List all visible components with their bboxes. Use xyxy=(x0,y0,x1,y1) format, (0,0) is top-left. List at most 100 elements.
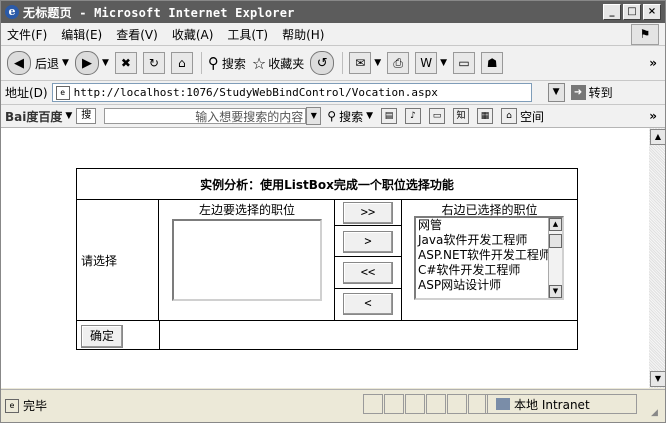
baidu-mode-icon[interactable]: 搜 xyxy=(76,108,97,124)
edit-button[interactable]: W ▼ xyxy=(415,52,447,74)
go-arrow-icon: ➜ xyxy=(570,85,586,100)
history-button[interactable]: ↺ xyxy=(310,51,335,75)
zone-label: 本地 Intranet xyxy=(514,397,590,412)
baidu-logo[interactable]: Bai度百度 xyxy=(5,108,62,125)
baidu-overflow-chevron[interactable]: » xyxy=(649,109,657,123)
search-button[interactable]: ⚲ 搜索 xyxy=(208,54,246,72)
chevron-down-icon: ▼ xyxy=(101,58,109,68)
address-dropdown-button[interactable]: ▼ xyxy=(547,83,565,102)
address-input[interactable]: e http://localhost:1076/StudyWebBindCont… xyxy=(51,83,532,102)
list-item[interactable]: Java软件开发工程师 xyxy=(416,233,548,248)
scroll-down-icon[interactable]: ▼ xyxy=(650,371,666,387)
discuss-button[interactable]: ▭ xyxy=(453,52,476,74)
status-text: 完毕 xyxy=(23,399,48,413)
baidu-search-dropdown[interactable]: ▼ xyxy=(306,107,322,125)
move-right-button[interactable]: > xyxy=(343,231,393,253)
right-list-cell: 右边已选择的职位 网管 Java软件开发工程师 ASP.NET软件开发工程师 C… xyxy=(402,200,577,320)
toolbar-separator xyxy=(200,52,202,74)
menu-help[interactable]: 帮助(H) xyxy=(282,26,324,43)
toolbar-separator xyxy=(342,52,344,74)
chevron-down-icon: ▼ xyxy=(62,58,69,68)
menu-edit[interactable]: 编辑(E) xyxy=(61,26,102,43)
zhidao-icon[interactable]: 知 xyxy=(453,108,470,124)
button-divider xyxy=(335,225,401,226)
magnifier-icon: ⚲ xyxy=(327,109,337,123)
minimize-button[interactable]: _ xyxy=(603,4,621,20)
stop-button[interactable]: ✖ xyxy=(114,52,137,74)
menu-tools[interactable]: 工具(T) xyxy=(227,26,268,43)
news-icon[interactable]: ▭ xyxy=(429,108,446,124)
favorites-label: 收藏夹 xyxy=(268,56,305,71)
list-item[interactable]: 网管 xyxy=(416,218,548,233)
list-item[interactable]: C#软件开发工程师 xyxy=(416,263,548,278)
baidu-search-button[interactable]: 搜索 xyxy=(339,108,363,125)
page-icon: e xyxy=(55,85,70,100)
menu-file[interactable]: 文件(F) xyxy=(7,26,47,43)
chevron-down-icon[interactable]: ▼ xyxy=(366,111,373,121)
title-bar: e 无标题页 - Microsoft Internet Explorer _ □… xyxy=(1,1,665,23)
status-panes xyxy=(363,394,489,414)
right-listbox[interactable]: 网管 Java软件开发工程师 ASP.NET软件开发工程师 C#软件开发工程师 … xyxy=(414,216,564,300)
baidu-search-input[interactable]: 输入想要搜索的内容 xyxy=(104,108,307,124)
scroll-down-icon[interactable]: ▼ xyxy=(549,285,562,298)
address-url: http://localhost:1076/StudyWebBindContro… xyxy=(73,86,438,99)
discuss-icon: ▭ xyxy=(453,52,476,74)
status-bar: e 完毕 本地 Intranet ◢ xyxy=(1,389,665,422)
back-arrow-icon: ◀ xyxy=(7,51,31,75)
mp3-icon[interactable]: ♪ xyxy=(405,108,422,124)
confirm-button[interactable]: 确定 xyxy=(81,325,123,348)
home-button[interactable]: ⌂ xyxy=(170,52,193,74)
page-done-icon: e xyxy=(5,398,19,413)
move-left-button[interactable]: < xyxy=(343,293,393,315)
space-icon: ⌂ xyxy=(501,108,518,124)
status-pane xyxy=(447,394,467,414)
page-scrollbar[interactable]: ▲ ▼ xyxy=(649,128,666,388)
left-listbox[interactable] xyxy=(172,219,322,301)
scroll-up-icon[interactable]: ▲ xyxy=(549,218,562,231)
status-pane xyxy=(363,394,383,414)
maximize-button[interactable]: □ xyxy=(623,4,641,20)
baidu-toolbar: Bai度百度 ▼ 搜 输入想要搜索的内容 ▼ ⚲ 搜索 ▼ ▤ ♪ ▭ 知 ▦ … xyxy=(1,105,665,128)
scroll-thumb[interactable] xyxy=(549,234,562,248)
left-list-cell: 左边要选择的职位 xyxy=(160,200,335,320)
close-button[interactable]: × xyxy=(643,4,661,20)
hot-icon[interactable]: ▤ xyxy=(381,108,398,124)
menu-favorites[interactable]: 收藏(A) xyxy=(172,26,214,43)
list-item[interactable]: ASP.NET软件开发工程师 xyxy=(416,248,548,263)
baidu-space-link[interactable]: 空间 xyxy=(520,108,544,125)
button-divider xyxy=(335,288,401,289)
messenger-icon: ☗ xyxy=(481,52,504,74)
chevron-down-icon: ▼ xyxy=(440,58,448,68)
left-list-caption: 左边要选择的职位 xyxy=(198,203,295,217)
word-icon: W xyxy=(415,52,438,74)
mail-button[interactable]: ✉ ▼ xyxy=(349,52,381,74)
scroll-up-icon[interactable]: ▲ xyxy=(650,129,666,145)
listbox-scrollbar[interactable]: ▲ ▼ xyxy=(548,218,562,298)
history-icon: ↺ xyxy=(310,51,335,75)
go-label: 转到 xyxy=(588,86,613,100)
favorites-button[interactable]: ☆ 收藏夹 xyxy=(252,54,304,73)
toolbar-overflow-chevron[interactable]: » xyxy=(649,56,657,70)
transfer-buttons-cell: >> > << < xyxy=(335,200,402,320)
back-button[interactable]: ◀ 后退 ▼ xyxy=(7,51,69,75)
address-label: 地址(D) xyxy=(5,86,48,100)
star-icon: ☆ xyxy=(251,53,267,73)
menu-view[interactable]: 查看(V) xyxy=(116,26,158,43)
baidu-search-placeholder: 输入想要搜索的内容 xyxy=(195,109,304,124)
move-all-left-button[interactable]: << xyxy=(343,262,393,284)
messenger-button[interactable]: ☗ xyxy=(481,52,504,74)
list-item[interactable]: ASP网站设计师 xyxy=(416,278,548,293)
grid-icon[interactable]: ▦ xyxy=(477,108,494,124)
resize-grip-icon[interactable]: ◢ xyxy=(651,408,663,420)
refresh-button[interactable]: ↻ xyxy=(142,52,165,74)
go-button[interactable]: ➜ 转到 xyxy=(570,84,613,101)
button-divider xyxy=(335,256,401,257)
back-label: 后退 xyxy=(35,56,60,71)
forward-button[interactable]: ▶ ▼ xyxy=(74,51,109,75)
chevron-down-icon: ▼ xyxy=(374,58,382,68)
print-button[interactable]: ⎙ xyxy=(387,52,410,74)
chevron-down-icon[interactable]: ▼ xyxy=(65,111,72,121)
move-all-right-button[interactable]: >> xyxy=(343,202,393,224)
status-pane xyxy=(405,394,425,414)
refresh-icon: ↻ xyxy=(142,52,165,74)
